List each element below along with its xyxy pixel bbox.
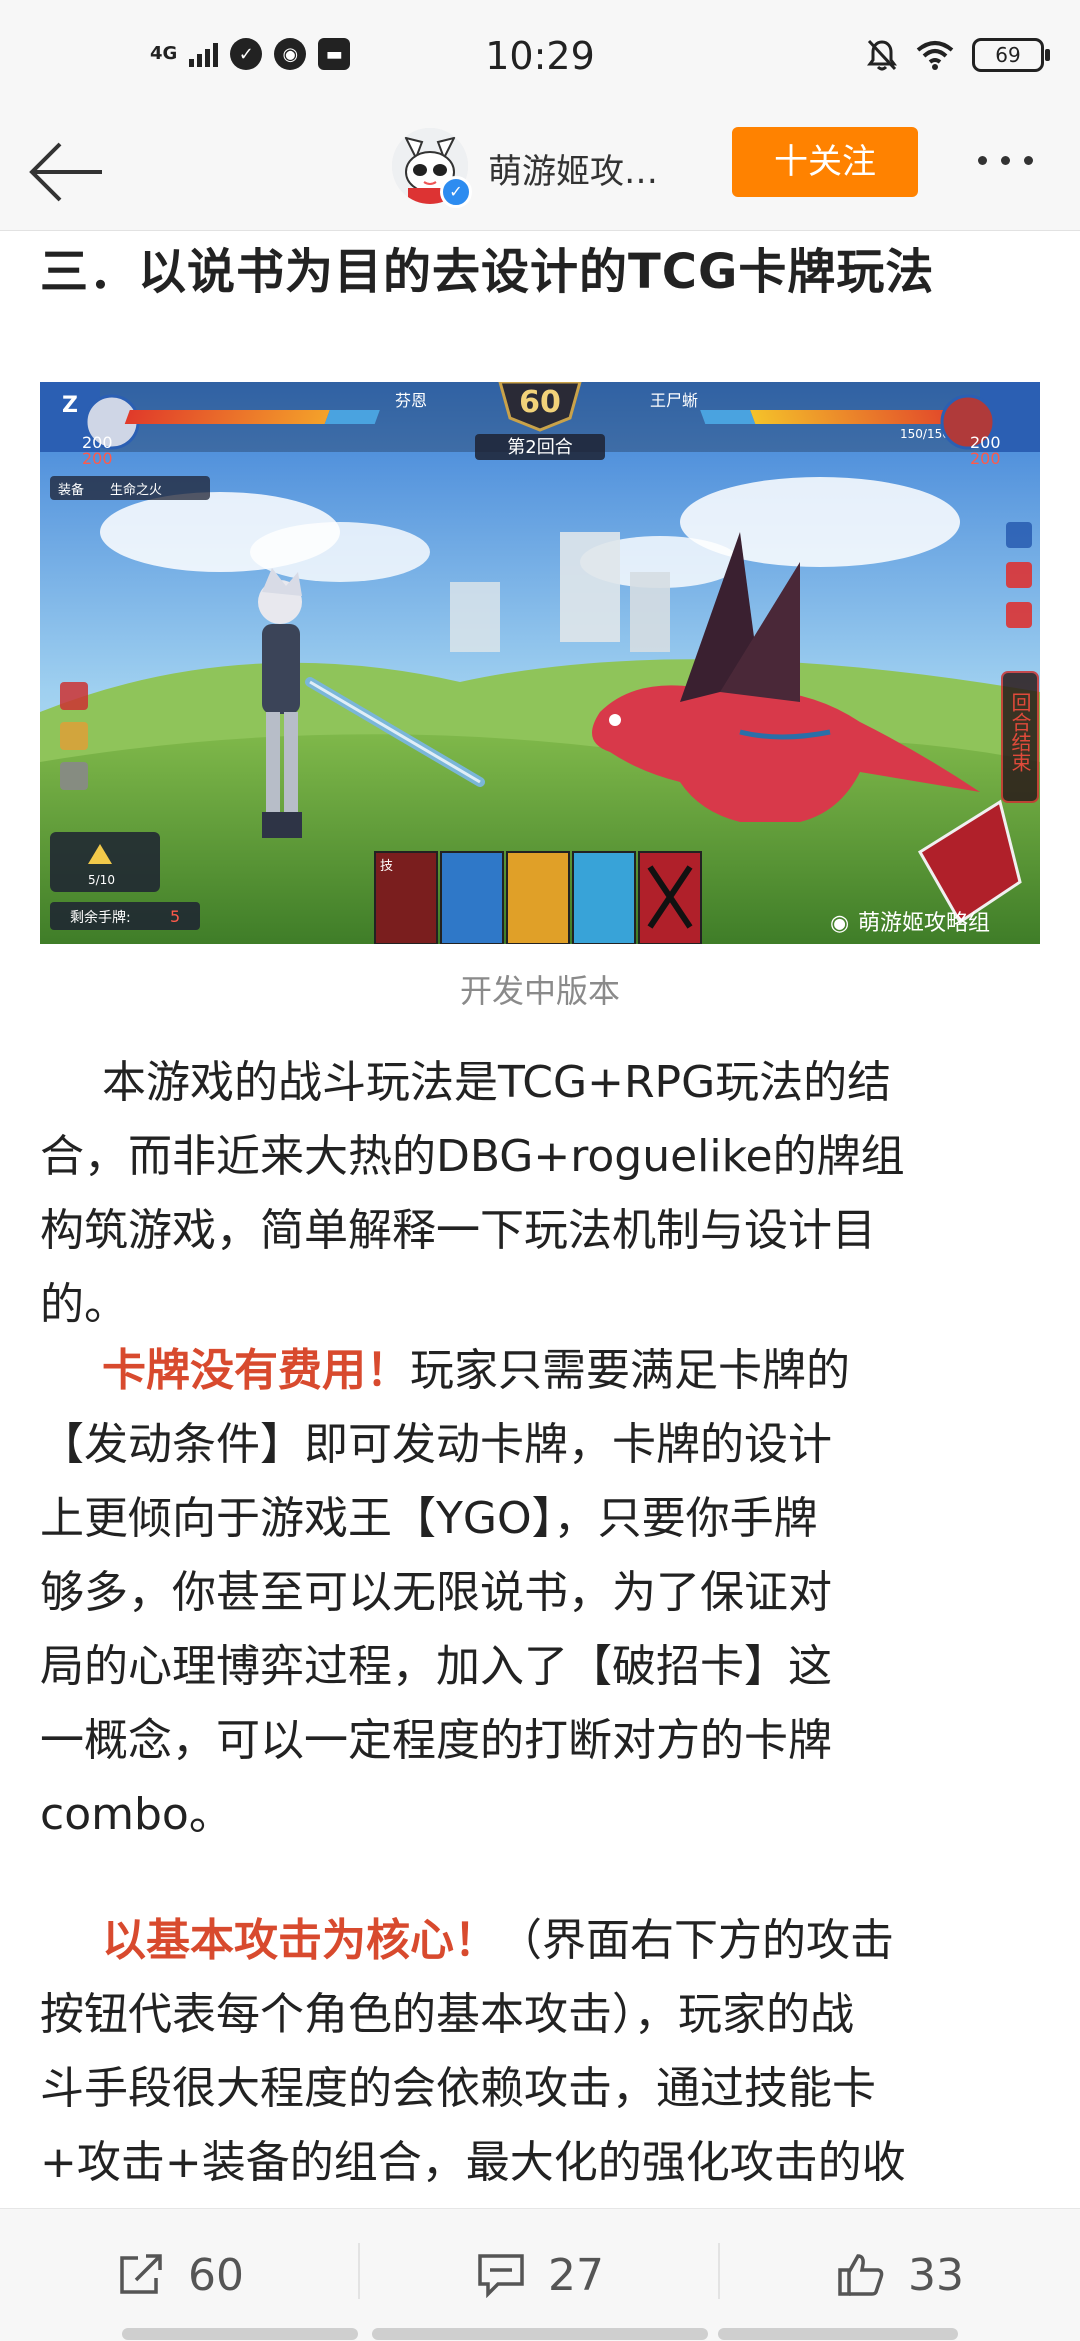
equip-label: 装备 [58,482,84,498]
home-indicator [372,2328,708,2340]
hand-label: 剩余手牌: [70,909,131,926]
para2-line-3: 上更倾向于游戏王【YGO】，只要你手牌 [40,1493,818,1544]
para1-line-2: 合，而非近来大热的DBG+roguelike的牌组 [40,1131,905,1182]
share-icon [120,2254,162,2294]
home-indicator [122,2328,358,2340]
bottom-toolbar: 60 27 33 [0,2208,1080,2341]
paragraph-2: 卡牌没有费用！玩家只需要满足卡牌的 【发动条件】即可发动卡牌，卡牌的设计 上更倾… [40,1334,1040,1852]
more-icon[interactable] [978,156,1033,165]
battery-icon: 69 [972,38,1050,72]
battery-level: 69 [995,43,1021,67]
verified-badge-icon: ✓ [440,176,472,208]
image-caption: 开发中版本 [459,972,620,1010]
card-tag: 技 [380,859,393,874]
para1-line-4: 的。 [40,1279,128,1330]
comment-icon [478,2254,524,2298]
paragraph-3: 以基本攻击为核心！（界面右下方的攻击 按钮代表每个角色的基本攻击），玩家的战 斗… [40,1904,1040,2200]
player-shield: 200 [82,449,113,468]
game-screenshot-image[interactable]: Z 芬恩 200 200 60 第2回合 王尸蜥 150/150 200 200… [40,382,1040,944]
repost-count: 60 [188,2249,244,2301]
turn-timer: 60 [519,385,561,420]
back-arrow-icon [29,142,102,202]
equip-value: 生命之火 [110,482,162,498]
hand-count: 5 [170,907,180,926]
para3-line-1: 以基本攻击为核心！（界面右下方的攻击 [102,1915,894,1966]
comment-count: 27 [548,2249,604,2301]
round-label: 第2回合 [507,437,572,458]
paragraph-1: 本游戏的战斗玩法是TCG+RPG玩法的结 合，而非近来大热的DBG+roguel… [40,1046,1040,1342]
para3-line-3: 斗手段很大程度的会依赖攻击，通过技能卡 [40,2063,876,2114]
deck-count: 5/10 [88,873,115,887]
status-bar: 4G ✓ ◉ ▬ 10:29 69 [0,0,1080,120]
end-turn-button[interactable]: 回合结束 [1008,692,1032,772]
para2-line-7: combo。 [40,1789,233,1840]
comment-button[interactable]: 27 [360,2209,720,2341]
enemy-shield: 200 [970,449,1001,468]
repost-button[interactable]: 60 [0,2209,360,2341]
para1-line-1: 本游戏的战斗玩法是TCG+RPG玩法的结 [102,1057,892,1108]
follow-button[interactable]: 十关注 [732,127,918,197]
para1-line-3: 构筑游戏，简单解释一下玩法机制与设计目 [40,1205,876,1256]
svg-text:Z: Z [62,393,78,418]
para2-line-6: 一概念，可以一定程度的打断对方的卡牌 [40,1715,832,1766]
back-button[interactable] [24,130,114,220]
status-right-icons: 69 [866,38,1050,72]
home-indicator [718,2328,958,2340]
para2-line-1: 卡牌没有费用！玩家只需要满足卡牌的 [102,1345,850,1396]
like-count: 33 [908,2249,964,2301]
para3-line-4: +攻击+装备的组合，最大化的强化攻击的收 [40,2137,906,2188]
para3-highlight: 以基本攻击为核心！ [102,1915,498,1966]
watermark-text: 萌游姬攻略组 [858,911,990,936]
wifi-icon [916,41,954,70]
para2-highlight: 卡牌没有费用！ [102,1345,410,1396]
hand-cards[interactable]: 技 [374,851,702,944]
nav-bar: ✓ 萌游姬攻… 十关注 [0,120,1080,231]
para2-line-4: 够多，你甚至可以无限说书，为了保证对 [40,1567,832,1618]
para2-line-2: 【发动条件】即可发动卡牌，卡牌的设计 [40,1419,832,1470]
mute-icon [867,39,897,71]
like-icon [838,2254,884,2296]
player-name: 芬恩 [395,391,427,410]
weibo-watermark-icon: ◉ [830,911,849,936]
para3-line-2: 按钮代表每个角色的基本攻击），玩家的战 [40,1989,854,2040]
author-name[interactable]: 萌游姬攻… [488,144,658,193]
enemy-name: 王尸蜥 [650,391,698,410]
article-heading: 三．以说书为目的去设计的TCG卡牌玩法 [40,244,935,300]
like-button[interactable]: 33 [720,2209,1080,2341]
para2-line-5: 局的心理博弈过程，加入了【破招卡】这 [40,1641,832,1692]
